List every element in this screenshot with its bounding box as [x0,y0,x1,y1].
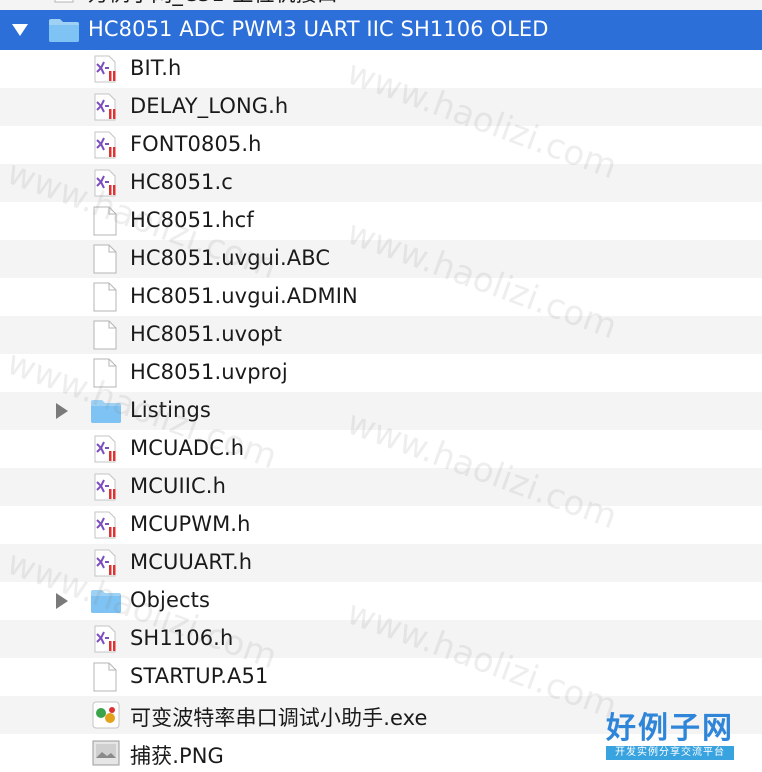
file-label: FONT0805.h [130,132,262,156]
folder-icon [90,396,122,426]
logo-sub-text: 开发实例分享交流平台 [606,746,734,760]
file-label: MCUUART.h [130,550,253,574]
folder-icon [90,586,122,616]
folder-row[interactable]: Objects [0,582,762,620]
file-label: HC8051.uvgui.ADMIN [130,284,358,308]
vs-header-icon [92,130,120,160]
file-row[interactable]: HC8051.hcf [0,202,762,240]
file-label: HC8051.c [130,170,233,194]
vs-header-icon [92,548,120,578]
selected-folder-row[interactable]: HC8051 ADC PWM3 UART IIC SH1106 OLED [0,10,762,50]
image-icon [92,738,120,768]
folder-icon [48,17,80,43]
file-label: HC8051.uvopt [130,322,282,346]
document-icon [93,358,117,388]
file-label: BIT.h [130,56,182,80]
file-row[interactable]: MCUADC.h [0,430,762,468]
file-row[interactable]: HC8051.uvgui.ABC [0,240,762,278]
document-icon [93,244,117,274]
vs-header-icon [92,434,120,464]
document-icon [93,320,117,350]
file-label: SH1106.h [130,626,234,650]
partial-top-row-label: 万例子网_C51-上位机接口 [88,0,338,8]
file-tree: 万例子网_C51-上位机接口 HC8051 ADC PWM3 UART IIC … [0,0,762,772]
file-label: MCUPWM.h [130,512,251,536]
vs-header-icon [92,54,120,84]
folder-row[interactable]: Listings [0,392,762,430]
document-icon [52,0,76,3]
file-label: HC8051.uvproj [130,360,288,384]
file-row[interactable]: MCUPWM.h [0,506,762,544]
file-label: 可变波特率串口调试小助手.exe [130,706,428,730]
file-label: 捕获.PNG [130,744,224,768]
selected-folder-label: HC8051 ADC PWM3 UART IIC SH1106 OLED [88,17,549,41]
document-icon [93,282,117,312]
file-row[interactable]: HC8051.uvopt [0,316,762,354]
partial-top-row[interactable]: 万例子网_C51-上位机接口 [0,0,762,10]
folder-label: Listings [130,398,211,422]
file-row[interactable]: MCUUART.h [0,544,762,582]
document-icon [93,206,117,236]
document-icon [93,662,117,692]
file-label: HC8051.uvgui.ABC [130,246,331,270]
disclosure-triangle-collapsed-icon[interactable] [52,591,72,611]
file-row[interactable]: HC8051.uvproj [0,354,762,392]
vs-header-icon [92,510,120,540]
vs-header-icon [92,624,120,654]
folder-label: Objects [130,588,211,612]
site-logo: 好例子网 开发实例分享交流平台 [606,712,734,764]
file-row[interactable]: HC8051.uvgui.ADMIN [0,278,762,316]
file-label: MCUIIC.h [130,474,226,498]
file-row[interactable]: DELAY_LONG.h [0,88,762,126]
vs-header-icon [92,472,120,502]
logo-main-text: 好例子网 [606,711,734,746]
disclosure-triangle-expanded-icon[interactable] [10,20,30,40]
file-row[interactable]: STARTUP.A51 [0,658,762,696]
file-label: DELAY_LONG.h [130,94,289,118]
file-row[interactable]: HC8051.c [0,164,762,202]
disclosure-triangle-collapsed-icon[interactable] [52,401,72,421]
file-row[interactable]: BIT.h [0,50,762,88]
file-label: STARTUP.A51 [130,664,269,688]
file-row[interactable]: SH1106.h [0,620,762,658]
file-label: MCUADC.h [130,436,245,460]
file-row[interactable]: MCUIIC.h [0,468,762,506]
exe-icon [92,700,120,730]
vs-header-icon [92,92,120,122]
vs-header-icon [92,168,120,198]
file-row[interactable]: FONT0805.h [0,126,762,164]
file-label: HC8051.hcf [130,208,254,232]
